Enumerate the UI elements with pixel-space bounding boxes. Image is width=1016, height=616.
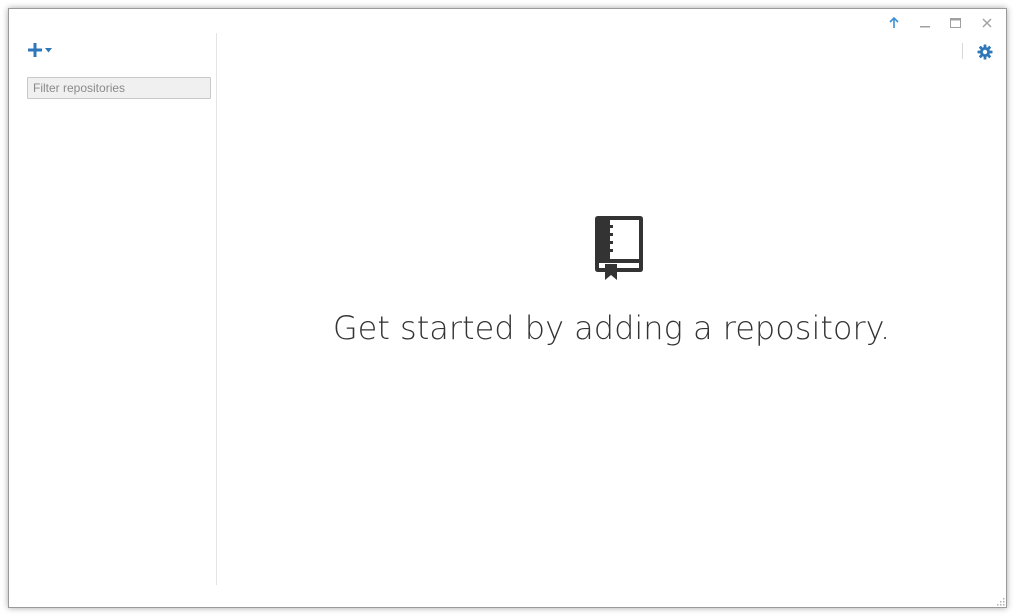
- add-repository-menu-button[interactable]: [28, 43, 52, 57]
- chevron-down-icon: [45, 47, 52, 52]
- sidebar: [9, 9, 216, 607]
- empty-state-message: Get started by adding a repository.: [332, 309, 891, 347]
- resize-grip-icon[interactable]: [995, 596, 1005, 606]
- app-window: Get started by adding a repository.: [8, 8, 1007, 608]
- empty-state: Get started by adding a repository.: [217, 9, 1006, 607]
- repository-book-icon: [595, 216, 643, 280]
- plus-icon: [28, 43, 42, 57]
- filter-repositories-input[interactable]: [27, 77, 211, 99]
